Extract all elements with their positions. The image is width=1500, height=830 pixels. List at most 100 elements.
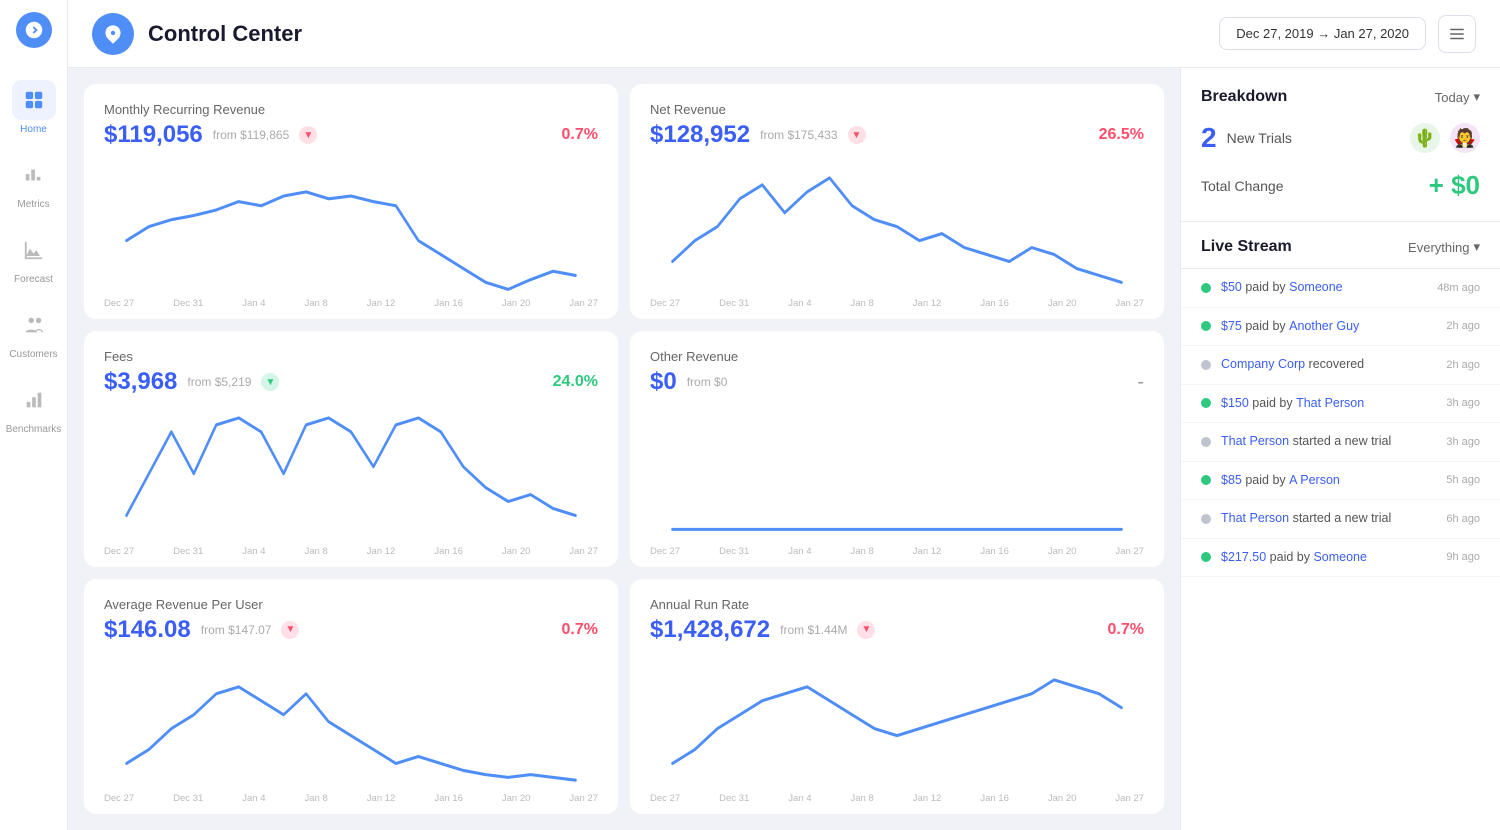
chart-value-row: $128,952 from $175,433 ▼26.5% [650, 121, 1144, 149]
chart-change: 24.0% [553, 373, 598, 391]
stream-text: $150 paid by That Person [1221, 395, 1436, 413]
chart-value: $3,968 [104, 368, 177, 396]
chart-value: $1,428,672 [650, 616, 770, 644]
x-label: Jan 8 [851, 793, 874, 804]
stream-link[interactable]: $217.50 [1221, 550, 1266, 564]
chart-svg [104, 157, 598, 296]
chart-change: - [1137, 371, 1144, 394]
x-label: Dec 27 [650, 546, 680, 557]
stream-list: $50 paid by Someone 48m ago $75 paid by … [1181, 269, 1500, 830]
x-label: Dec 31 [719, 546, 749, 557]
stream-link[interactable]: $85 [1221, 473, 1242, 487]
sidebar-item-metrics[interactable]: Metrics [0, 147, 67, 218]
x-labels: Dec 27Dec 31Jan 4Jan 8Jan 12Jan 16Jan 20… [104, 296, 598, 309]
stream-item: Company Corp recovered 2h ago [1181, 346, 1500, 385]
x-labels: Dec 27Dec 31Jan 4Jan 8Jan 12Jan 16Jan 20… [104, 791, 598, 804]
x-label: Jan 8 [305, 546, 328, 557]
total-change-row: Total Change + $0 [1201, 170, 1480, 201]
stream-link[interactable]: Company Corp [1221, 357, 1305, 371]
sidebar-item-forecast[interactable]: Forecast [0, 222, 67, 293]
x-label: Jan 4 [242, 793, 265, 804]
chart-card-net: Net Revenue $128,952 from $175,433 ▼26.5… [630, 84, 1164, 319]
x-label: Dec 31 [719, 298, 749, 309]
stream-time: 6h ago [1446, 513, 1480, 525]
x-label: Jan 12 [367, 298, 396, 309]
stream-dot [1201, 360, 1211, 370]
chart-value: $146.08 [104, 616, 191, 644]
sidebar-item-benchmarks-label: Benchmarks [6, 424, 62, 435]
chart-value-row: $0 from $0 - [650, 368, 1144, 396]
x-label: Jan 12 [367, 793, 396, 804]
change-arrow: ▼ [857, 621, 875, 639]
breakdown-section: Breakdown Today ▾ 2 New Trials 🌵 🧛 Total… [1181, 68, 1500, 222]
x-label: Jan 16 [434, 546, 463, 557]
stream-dot [1201, 514, 1211, 524]
sidebar-item-home[interactable]: Home [0, 72, 67, 143]
chart-from: from $1.44M [780, 623, 847, 637]
breakdown-filter[interactable]: Today ▾ [1435, 89, 1480, 105]
x-label: Jan 20 [502, 298, 531, 309]
date-range-button[interactable]: Dec 27, 2019 → Jan 27, 2020 [1219, 17, 1426, 50]
x-label: Dec 31 [173, 793, 203, 804]
chart-title: Fees [104, 349, 598, 364]
chart-change: 26.5% [1099, 126, 1144, 144]
avatar-1: 🌵 [1410, 123, 1440, 153]
chart-from: from $175,433 [760, 128, 837, 142]
stream-link[interactable]: A Person [1289, 473, 1340, 487]
chart-title: Other Revenue [650, 349, 1144, 364]
new-trials-row: 2 New Trials 🌵 🧛 [1201, 122, 1480, 154]
stream-link[interactable]: Someone [1289, 280, 1343, 294]
chart-value: $119,056 [104, 121, 203, 149]
chart-card-mrr: Monthly Recurring Revenue $119,056 from … [84, 84, 618, 319]
x-label: Dec 27 [104, 298, 134, 309]
stream-link[interactable]: Someone [1313, 550, 1367, 564]
stream-text: Company Corp recovered [1221, 356, 1436, 374]
chart-title: Annual Run Rate [650, 597, 1144, 612]
chart-svg [104, 652, 598, 791]
change-arrow: ▼ [281, 621, 299, 639]
x-label: Jan 20 [1048, 793, 1077, 804]
x-label: Dec 31 [719, 793, 749, 804]
x-label: Jan 12 [367, 546, 396, 557]
x-label: Jan 27 [569, 546, 598, 557]
live-stream-title: Live Stream [1201, 238, 1292, 256]
chart-from: from $119,865 [213, 128, 290, 142]
sidebar-item-customers[interactable]: Customers [0, 297, 67, 368]
stream-link[interactable]: That Person [1221, 434, 1289, 448]
stream-link[interactable]: $150 [1221, 396, 1249, 410]
stream-text: $85 paid by A Person [1221, 472, 1436, 490]
x-label: Jan 16 [980, 546, 1009, 557]
sidebar-logo [16, 12, 52, 48]
stream-link[interactable]: Another Guy [1289, 319, 1359, 333]
x-label: Jan 4 [788, 546, 811, 557]
stream-dot [1201, 283, 1211, 293]
stream-time: 2h ago [1446, 320, 1480, 332]
right-panel: Breakdown Today ▾ 2 New Trials 🌵 🧛 Total… [1180, 68, 1500, 830]
chart-from: from $0 [687, 375, 728, 389]
stream-link[interactable]: $75 [1221, 319, 1242, 333]
x-label: Jan 27 [1115, 793, 1144, 804]
x-label: Jan 20 [1048, 546, 1077, 557]
x-label: Jan 27 [569, 793, 598, 804]
chart-value-row: $119,056 from $119,865 ▼0.7% [104, 121, 598, 149]
stream-link[interactable]: $50 [1221, 280, 1242, 294]
header: Control Center Dec 27, 2019 → Jan 27, 20… [68, 0, 1500, 68]
sidebar-item-metrics-label: Metrics [17, 199, 49, 210]
stream-time: 5h ago [1446, 474, 1480, 486]
chart-change: 0.7% [562, 126, 598, 144]
x-label: Jan 8 [851, 546, 874, 557]
stream-text: $217.50 paid by Someone [1221, 549, 1436, 567]
stream-link[interactable]: That Person [1221, 511, 1289, 525]
x-label: Dec 31 [173, 546, 203, 557]
menu-button[interactable] [1438, 15, 1476, 53]
sidebar-item-benchmarks[interactable]: Benchmarks [0, 372, 67, 443]
stream-text: $50 paid by Someone [1221, 279, 1427, 297]
live-stream-filter[interactable]: Everything ▾ [1408, 239, 1480, 255]
stream-link[interactable]: That Person [1296, 396, 1364, 410]
x-label: Jan 4 [242, 298, 265, 309]
change-arrow: ▼ [261, 373, 279, 391]
chart-change: 0.7% [1108, 621, 1144, 639]
stream-text: That Person started a new trial [1221, 433, 1436, 451]
x-labels: Dec 27Dec 31Jan 4Jan 8Jan 12Jan 16Jan 20… [104, 544, 598, 557]
breakdown-title: Breakdown [1201, 88, 1287, 106]
